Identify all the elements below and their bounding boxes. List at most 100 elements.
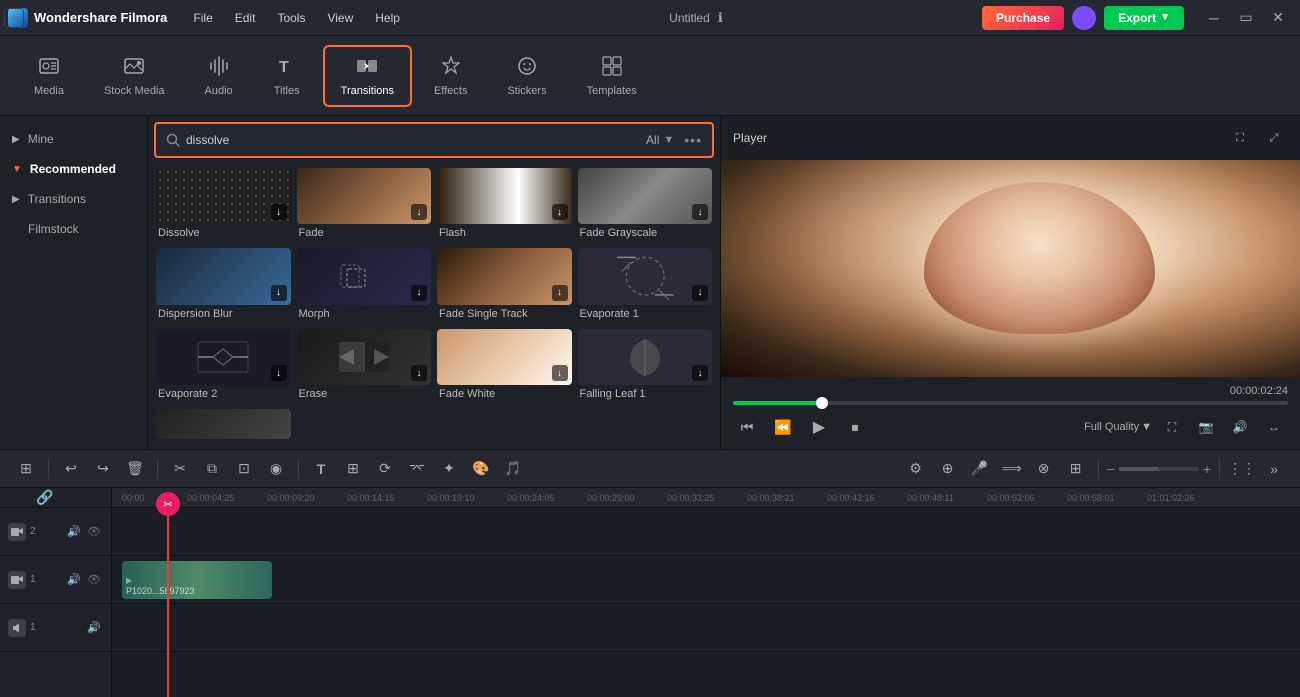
text-button[interactable]: T (307, 455, 335, 483)
mic-button[interactable]: 🎤 (966, 455, 994, 483)
copy-button[interactable]: ⧉ (198, 455, 226, 483)
menu-help[interactable]: Help (365, 7, 410, 29)
transition-fade-white[interactable]: ↓ Fade White (437, 329, 572, 403)
speed-button[interactable]: ⟳ (371, 455, 399, 483)
transition-dispersion-blur[interactable]: ↓ Dispersion Blur (156, 248, 291, 322)
transition-morph-label: Morph (297, 305, 432, 323)
stop-button[interactable]: ⏹ (841, 413, 869, 441)
split-tl-button[interactable]: ⊗ (1030, 455, 1058, 483)
settings-button[interactable]: ↔ (1260, 413, 1288, 441)
track-1-volume-btn[interactable]: 🔊 (65, 571, 83, 589)
toolbar-audio[interactable]: Audio (187, 45, 251, 107)
panel-recommended[interactable]: ▼ Recommended (0, 154, 147, 184)
transition-fade-grayscale[interactable]: ↓ Fade Grayscale (578, 168, 713, 242)
audio-tl-button[interactable]: 🎵 (499, 455, 527, 483)
minimize-button[interactable]: ─ (1200, 4, 1228, 32)
zoom-out-icon[interactable]: − (1107, 461, 1115, 477)
transition-fade-single-track[interactable]: ↓ Fade Single Track (437, 248, 572, 322)
transition-dissolve[interactable]: ↓ Dissolve (156, 168, 291, 242)
separator-4 (1098, 459, 1099, 479)
transition-flash[interactable]: ↓ Flash (437, 168, 572, 242)
insert-button[interactable]: ⊞ (1062, 455, 1090, 483)
track-audio-lane[interactable] (112, 604, 1300, 652)
player-video (721, 160, 1300, 377)
panel-transitions[interactable]: ▶ Transitions (0, 184, 147, 214)
track-audio-volume-btn[interactable]: 🔊 (85, 619, 103, 637)
toolbar-stickers[interactable]: Stickers (489, 45, 564, 107)
toolbar-titles[interactable]: T Titles (255, 45, 319, 107)
toolbar-media[interactable]: Media (16, 45, 82, 107)
toolbar-stock-media[interactable]: Stock Media (86, 45, 183, 107)
split-button[interactable]: ⌤ (403, 455, 431, 483)
purchase-button[interactable]: Purchase (982, 6, 1064, 30)
color-button[interactable]: 🎨 (467, 455, 495, 483)
transition-erase[interactable]: ↓ Erase (297, 329, 432, 403)
panel-mine[interactable]: ▶ Mine (0, 124, 147, 154)
toolbar-transitions[interactable]: Transitions (323, 45, 412, 107)
maximize-button[interactable]: ▭ (1232, 4, 1260, 32)
hide-button[interactable]: ◉ (262, 455, 290, 483)
track-2-lane[interactable] (112, 508, 1300, 556)
transition-fade[interactable]: ↓ Fade (297, 168, 432, 242)
zoom-in-icon[interactable]: + (1203, 461, 1211, 477)
close-button[interactable]: ✕ (1264, 4, 1292, 32)
transition-morph[interactable]: ↓ Morph (297, 248, 432, 322)
progress-bar[interactable] (733, 401, 1288, 405)
crop-button[interactable]: ⊡ (230, 455, 258, 483)
toolbar-effects[interactable]: Effects (416, 45, 485, 107)
track-2-volume-btn[interactable]: 🔊 (65, 523, 83, 541)
transition-extra[interactable] (156, 409, 291, 445)
screenshot-button[interactable]: 📷 (1192, 413, 1220, 441)
quality-selector[interactable]: Full Quality ▼ (1084, 421, 1152, 433)
menu-file[interactable]: File (183, 7, 222, 29)
toggle-panel-button[interactable]: ⊞ (12, 455, 40, 483)
track-audio-controls: 🔊 (85, 619, 103, 637)
link-icon[interactable]: 🔗 (36, 489, 53, 506)
panel-filmstock[interactable]: Filmstock (0, 214, 147, 244)
volume-button[interactable]: 🔊 (1226, 413, 1254, 441)
track-audio-label: 1 🔊 (0, 604, 111, 652)
stock-media-icon (123, 55, 145, 81)
menu-edit[interactable]: Edit (225, 7, 266, 29)
export-button[interactable]: Export ▼ (1104, 6, 1184, 30)
toolbar-media-label: Media (34, 85, 64, 97)
transition-evaporate-2[interactable]: ↓ Evaporate 2 (156, 329, 291, 403)
avatar[interactable] (1072, 6, 1096, 30)
effects-tl-button[interactable]: ✦ (435, 455, 463, 483)
player-expand-button[interactable]: ⤢ (1260, 124, 1288, 152)
ruler[interactable]: 00:00 00:00:04:25 00:00:09:20 00:00:14:1… (112, 488, 1300, 508)
layout-button[interactable]: ⋮⋮ (1228, 455, 1256, 483)
more-tl-button[interactable]: » (1260, 455, 1288, 483)
search-input[interactable] (186, 133, 640, 147)
delete-button[interactable]: 🗑 (121, 455, 149, 483)
ruler-mark-5: 00:00:24:05 (507, 493, 555, 503)
settings-tl-button[interactable]: ⚙ (902, 455, 930, 483)
fullscreen-button[interactable]: ⛶ (1158, 413, 1186, 441)
adjust-button[interactable]: ⊞ (339, 455, 367, 483)
video-clip-1[interactable]: ▶ P1020...5897923 (122, 561, 272, 599)
transition-falling-leaf-1[interactable]: ↓ Falling Leaf 1 (578, 329, 713, 403)
play-button[interactable]: ▶ (805, 413, 833, 441)
cut-button[interactable]: ✂ (166, 455, 194, 483)
menu-view[interactable]: View (317, 7, 363, 29)
redo-button[interactable]: ↪ (89, 455, 117, 483)
search-icon (166, 133, 180, 147)
zoom-slider[interactable]: − + (1107, 461, 1211, 477)
track-2-eye-btn[interactable]: 👁 (85, 523, 103, 541)
rewind-button[interactable]: ⏮ (733, 413, 761, 441)
step-back-button[interactable]: ⏪ (769, 413, 797, 441)
transitions-tl-button[interactable]: ⟹ (998, 455, 1026, 483)
ruler-mark-1: 00:00:04:25 (187, 493, 235, 503)
info-icon[interactable]: ℹ (718, 10, 723, 26)
undo-button[interactable]: ↩ (57, 455, 85, 483)
menu-tools[interactable]: Tools (267, 7, 315, 29)
toolbar-templates[interactable]: Templates (569, 45, 655, 107)
more-options-icon[interactable]: ••• (684, 132, 702, 148)
filter-chevron-icon[interactable]: ▼ (663, 134, 674, 146)
transition-evaporate-1[interactable]: ↓ Evaporate 1 (578, 248, 713, 322)
snap-button[interactable]: ⊕ (934, 455, 962, 483)
track-1-lane[interactable]: ▶ P1020...5897923 (112, 556, 1300, 604)
playhead-marker: ✂ (156, 492, 180, 516)
player-pip-button[interactable]: ⛶ (1226, 124, 1254, 152)
track-1-eye-btn[interactable]: 👁 (85, 571, 103, 589)
